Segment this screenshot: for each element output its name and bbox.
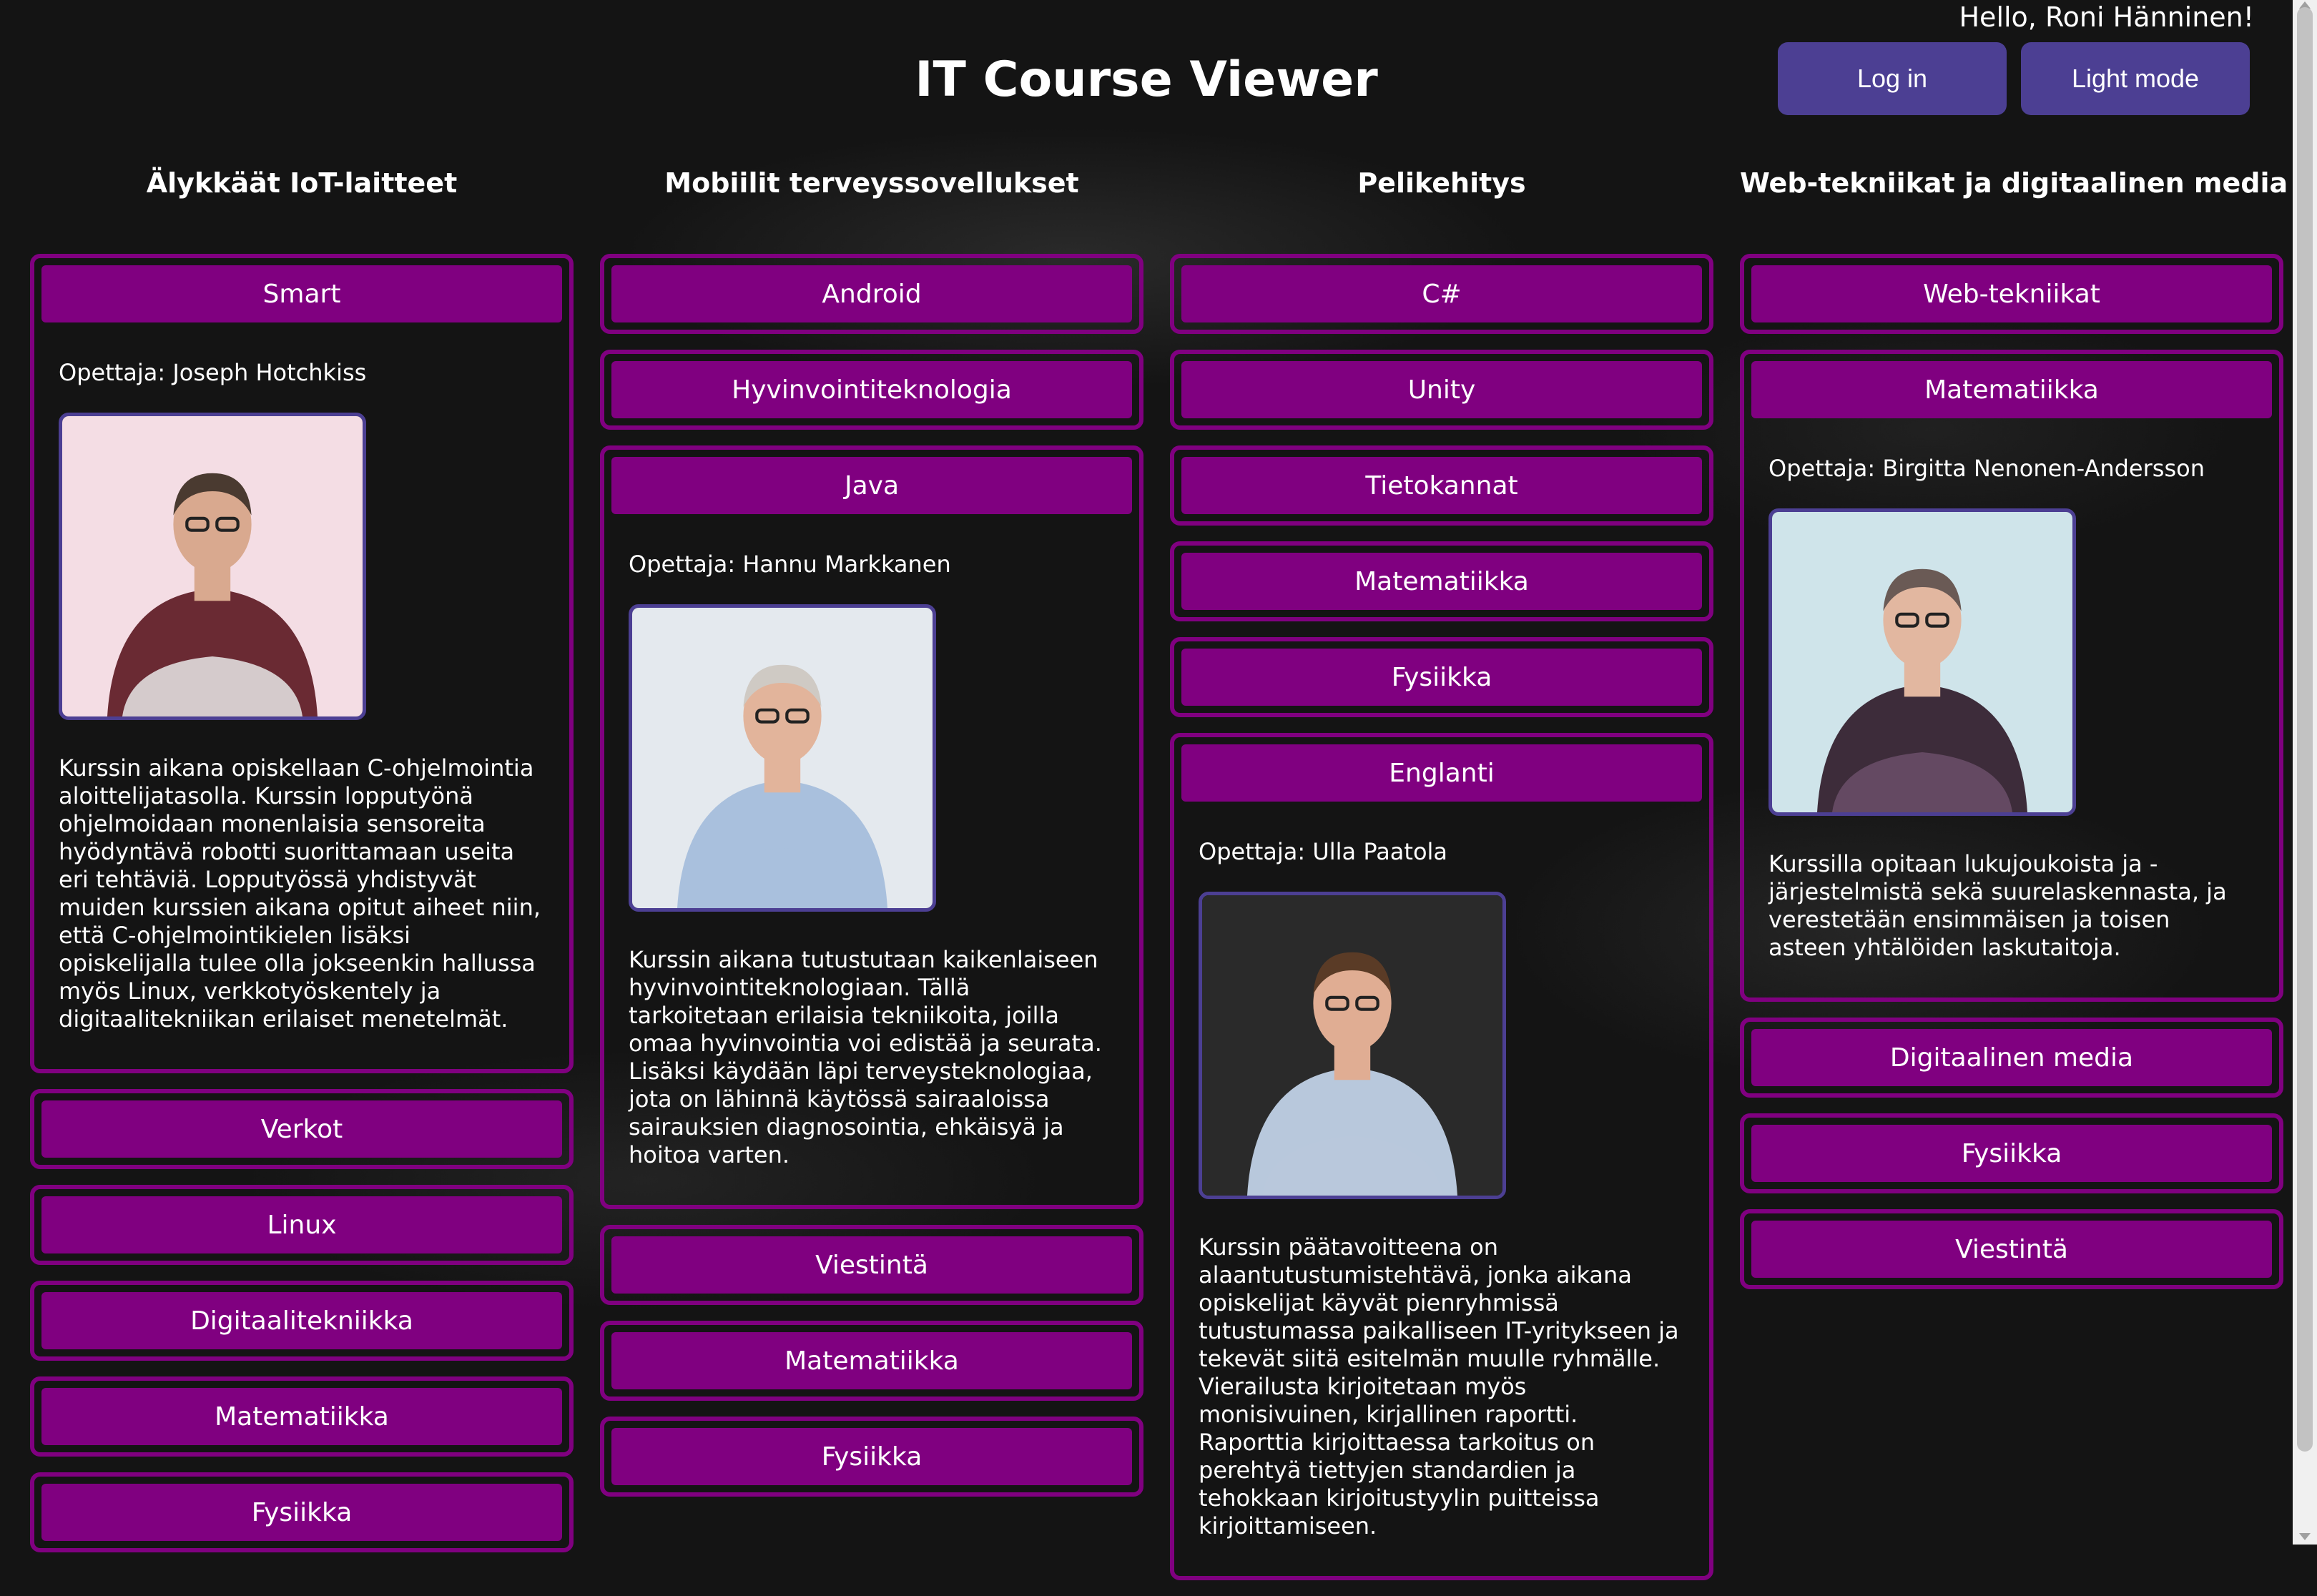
log-in-button[interactable]: Log in <box>1778 42 2007 115</box>
course-description: Kurssin aikana opiskellaan C-ohjelmointi… <box>59 754 541 1033</box>
course-card-digitaalinen-media: Digitaalinen media <box>1740 1018 2283 1098</box>
course-card-verkot: Verkot <box>30 1089 574 1169</box>
course-card-java: Java Opettaja: Hannu Markkanen Kurssin ai… <box>600 445 1143 1209</box>
course-card-matematiikka: Matematiikka <box>1170 541 1713 621</box>
course-card-matematiikka: Matematiikka Opettaja: Birgitta Nenonen-A… <box>1740 350 2283 1002</box>
course-button-englanti[interactable]: Englanti <box>1181 744 1702 802</box>
teacher-photo-joseph-hotchkiss <box>59 413 366 720</box>
course-button-tietokannat[interactable]: Tietokannat <box>1181 457 1702 514</box>
teacher-name: Opettaja: Joseph Hotchkiss <box>59 359 367 386</box>
course-card-hyvinvointiteknologia: Hyvinvointiteknologia <box>600 350 1143 430</box>
course-button-java[interactable]: Java <box>611 457 1132 514</box>
course-button-verkot[interactable]: Verkot <box>41 1100 562 1158</box>
teacher-name: Opettaja: Birgitta Nenonen-Andersson <box>1769 455 2205 482</box>
course-details: Opettaja: Ulla Paatola Kurssin päätavoit… <box>1181 802 1702 1569</box>
course-button-android[interactable]: Android <box>611 265 1132 322</box>
course-button-digitaalinen-media[interactable]: Digitaalinen media <box>1751 1029 2272 1086</box>
course-card-fysiikka: Fysiikka <box>30 1472 574 1552</box>
course-card-matematiikka: Matematiikka <box>600 1321 1143 1401</box>
course-card-viestinta: Viestintä <box>1740 1209 2283 1289</box>
teacher-photo-hannu-markkanen <box>629 604 936 912</box>
course-button-fysiikka[interactable]: Fysiikka <box>611 1428 1132 1485</box>
course-card-viestinta: Viestintä <box>600 1225 1143 1305</box>
course-column-pelikehitys: Pelikehitys C# Unity Tietokannat Matematiikk… <box>1170 161 1713 1596</box>
course-button-viestinta[interactable]: Viestintä <box>1751 1221 2272 1278</box>
course-button-unity[interactable]: Unity <box>1181 361 1702 418</box>
vertical-scrollbar[interactable] <box>2293 0 2317 1545</box>
course-card-fysiikka: Fysiikka <box>1740 1113 2283 1193</box>
course-button-web-tekniikat[interactable]: Web-tekniikat <box>1751 265 2272 322</box>
course-button-fysiikka[interactable]: Fysiikka <box>41 1484 562 1541</box>
course-button-matematiikka[interactable]: Matematiikka <box>1751 361 2272 418</box>
course-card-fysiikka: Fysiikka <box>1170 637 1713 717</box>
course-card-matematiikka: Matematiikka <box>30 1376 574 1457</box>
column-title: Pelikehitys <box>1357 167 1526 199</box>
course-card-smart: Smart Opettaja: Joseph Hotchkiss Kurssin … <box>30 254 574 1073</box>
user-greeting: Hello, Roni Hänninen! <box>1959 1 2254 33</box>
column-title: Älykkäät IoT-laitteet <box>146 167 458 199</box>
course-card-linux: Linux <box>30 1185 574 1265</box>
course-button-digitaalitekniikka[interactable]: Digitaalitekniikka <box>41 1292 562 1349</box>
course-card-tietokannat: Tietokannat <box>1170 445 1713 526</box>
course-button-hyvinvointiteknologia[interactable]: Hyvinvointiteknologia <box>611 361 1132 418</box>
course-description: Kurssilla opitaan lukujoukoista ja -järj… <box>1769 850 2227 961</box>
course-button-csharp[interactable]: C# <box>1181 265 1702 322</box>
scroll-down-arrow-icon[interactable] <box>2299 1533 2311 1540</box>
course-card-android: Android <box>600 254 1143 334</box>
light-mode-button[interactable]: Light mode <box>2021 42 2250 115</box>
course-button-fysiikka[interactable]: Fysiikka <box>1181 649 1702 706</box>
course-button-matematiikka[interactable]: Matematiikka <box>41 1388 562 1445</box>
course-card-csharp: C# <box>1170 254 1713 334</box>
course-button-matematiikka[interactable]: Matematiikka <box>1181 553 1702 610</box>
column-title: Mobiilit terveyssovellukset <box>664 167 1079 199</box>
course-button-matematiikka[interactable]: Matematiikka <box>611 1332 1132 1389</box>
course-card-englanti: Englanti Opettaja: Ulla Paatola Kurssin p… <box>1170 733 1713 1580</box>
course-description: Kurssin aikana tutustutaan kaikenlaiseen… <box>629 946 1102 1168</box>
course-card-web-tekniikat: Web-tekniikat <box>1740 254 2283 334</box>
course-details: Opettaja: Birgitta Nenonen-Andersson Kur… <box>1751 418 2272 990</box>
course-column-mobiilit-terveyssovellukset: Mobiilit terveyssovellukset Android Hyvinv… <box>600 161 1143 1512</box>
teacher-photo-birgitta-nenonen-andersson <box>1769 508 2076 816</box>
course-button-smart[interactable]: Smart <box>41 265 562 322</box>
course-button-linux[interactable]: Linux <box>41 1196 562 1253</box>
course-column-alykkaat-iot-laitteet: Älykkäät IoT-laitteet Smart Opettaja: Jose… <box>30 161 574 1568</box>
course-card-digitaalitekniikka: Digitaalitekniikka <box>30 1281 574 1361</box>
course-card-unity: Unity <box>1170 350 1713 430</box>
column-title: Web-tekniikat ja digitaalinen media <box>1740 167 2288 199</box>
course-button-viestinta[interactable]: Viestintä <box>611 1236 1132 1294</box>
teacher-photo-ulla-paatola <box>1199 892 1506 1199</box>
scrollbar-thumb[interactable] <box>2297 7 2313 1452</box>
course-button-fysiikka[interactable]: Fysiikka <box>1751 1125 2272 1182</box>
teacher-name: Opettaja: Ulla Paatola <box>1199 838 1448 865</box>
course-details: Opettaja: Joseph Hotchkiss Kurssin aikan… <box>41 322 562 1062</box>
course-column-web-tekniikat-ja-digitaalinen-media: Web-tekniikat ja digitaalinen media Web-t… <box>1740 161 2288 1305</box>
teacher-name: Opettaja: Hannu Markkanen <box>629 551 951 578</box>
course-card-fysiikka: Fysiikka <box>600 1417 1143 1497</box>
course-details: Opettaja: Hannu Markkanen Kurssin aikana… <box>611 514 1132 1198</box>
course-description: Kurssin päätavoitteena on alaantutustumi… <box>1199 1233 1679 1540</box>
